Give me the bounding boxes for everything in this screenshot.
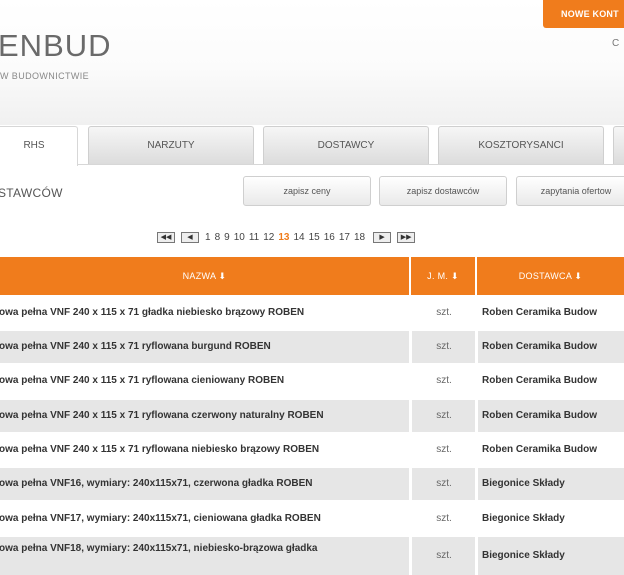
- table-row[interactable]: owa pełna VNF 240 x 115 x 71 ryflowana n…: [0, 434, 624, 466]
- page-link[interactable]: 1: [205, 232, 211, 243]
- supplier: Biegonice Składy: [482, 550, 565, 561]
- section-title: STAWCÓW: [0, 186, 63, 200]
- corner-text[interactable]: C: [612, 38, 619, 49]
- product-name: owa pełna VNF 240 x 115 x 71 ryflowana c…: [0, 375, 285, 386]
- last-page-icon[interactable]: ▶▶: [397, 231, 416, 243]
- tab-narzuty[interactable]: NARZUTY: [88, 126, 254, 164]
- pagination: ◀◀ ◀ 1 8 9 10 11 12 13 14 15 16 17 18 ▶ …: [157, 230, 421, 244]
- tab-rhs[interactable]: RHS: [0, 126, 78, 166]
- column-header-name[interactable]: NAZWA ⬇: [0, 257, 409, 295]
- save-suppliers-button[interactable]: zapisz dostawców: [379, 176, 507, 206]
- prev-page-icon[interactable]: ◀: [181, 231, 199, 243]
- new-account-button[interactable]: NOWE KONT: [543, 0, 624, 28]
- product-name: owa pełna VNF17, wymiary: 240x115x71, ci…: [0, 513, 321, 524]
- page-link[interactable]: 16: [324, 232, 335, 243]
- page-link[interactable]: 17: [339, 232, 350, 243]
- unit: szt.: [436, 478, 452, 489]
- product-name: owa pełna VNF 240 x 115 x 71 ryflowana n…: [0, 444, 320, 455]
- page-link-current[interactable]: 13: [278, 232, 289, 243]
- unit: szt.: [436, 444, 452, 455]
- supplier: Roben Ceramika Budow: [482, 444, 598, 455]
- unit: szt.: [436, 550, 452, 561]
- product-name: owa pełna VNF 240 x 115 x 71 ryflowana b…: [0, 341, 271, 352]
- supplier: Roben Ceramika Budow: [482, 341, 598, 352]
- page-link[interactable]: 11: [249, 232, 259, 243]
- page-link[interactable]: 12: [263, 232, 274, 243]
- product-name: owa pełna VNF16, wymiary: 240x115x71, cz…: [0, 478, 313, 489]
- product-name: owa pełna VNF 240 x 115 x 71 gładka nieb…: [0, 307, 305, 318]
- table-row[interactable]: owa pełna VNF 240 x 115 x 71 ryflowana b…: [0, 331, 624, 363]
- first-page-icon[interactable]: ◀◀: [157, 231, 175, 243]
- table-row[interactable]: owa pełna VNF 240 x 115 x 71 ryflowana c…: [0, 365, 624, 397]
- page-link[interactable]: 8: [215, 232, 221, 243]
- product-name: owa pełna VNF18, wymiary: 240x115x71, ni…: [0, 543, 318, 554]
- unit: szt.: [436, 341, 452, 352]
- tab-divider: [0, 164, 624, 165]
- supplier: Roben Ceramika Budow: [482, 307, 598, 318]
- supplier: Roben Ceramika Budow: [482, 410, 598, 421]
- unit: szt.: [436, 410, 452, 421]
- tab-more[interactable]: [613, 126, 624, 164]
- offer-requests-button[interactable]: zapytania ofertow: [516, 176, 624, 206]
- supplier: Roben Ceramika Budow: [482, 375, 598, 386]
- table-row[interactable]: owa pełna VNF18, wymiary: 240x115x71, ni…: [0, 537, 624, 575]
- column-header-unit[interactable]: J. M. ⬇: [411, 257, 475, 295]
- unit: szt.: [436, 513, 452, 524]
- supplier: Biegonice Składy: [482, 513, 565, 524]
- tab-dostawcy[interactable]: DOSTAWCY: [263, 126, 429, 164]
- table-row[interactable]: owa pełna VNF 240 x 115 x 71 gładka nieb…: [0, 297, 624, 329]
- next-page-icon[interactable]: ▶: [373, 231, 392, 243]
- page-link[interactable]: 15: [309, 232, 320, 243]
- table-row[interactable]: owa pełna VNF17, wymiary: 240x115x71, ci…: [0, 503, 624, 535]
- column-header-supplier[interactable]: DOSTAWCA ⬇: [477, 257, 624, 295]
- page-link[interactable]: 10: [234, 232, 245, 243]
- logo-text: ENBUD: [0, 28, 112, 63]
- unit: szt.: [436, 375, 452, 386]
- page-link[interactable]: 14: [293, 232, 304, 243]
- logo-subtitle: W BUDOWNICTWIE: [0, 71, 90, 81]
- save-prices-button[interactable]: zapisz ceny: [243, 176, 371, 206]
- table-row[interactable]: owa pełna VNF16, wymiary: 240x115x71, cz…: [0, 468, 624, 500]
- page-link[interactable]: 18: [354, 232, 365, 243]
- product-name: owa pełna VNF 240 x 115 x 71 ryflowana c…: [0, 410, 324, 421]
- tab-kosztorysanci[interactable]: KOSZTORYSANCI: [438, 126, 604, 164]
- unit: szt.: [436, 307, 452, 318]
- supplier: Biegonice Składy: [482, 478, 565, 489]
- table-row[interactable]: owa pełna VNF 240 x 115 x 71 ryflowana c…: [0, 400, 624, 432]
- page-link[interactable]: 9: [224, 232, 230, 243]
